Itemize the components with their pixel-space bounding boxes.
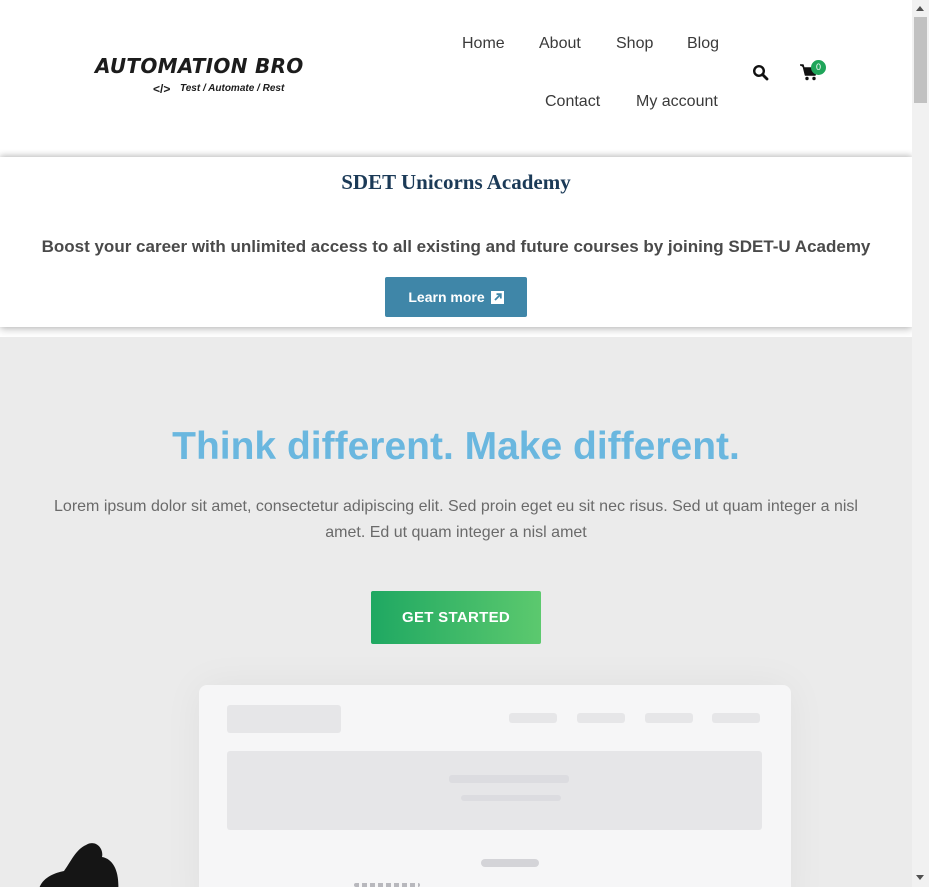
mockup-nav-placeholder bbox=[712, 713, 760, 723]
hero-section: Think different. Make different. Lorem i… bbox=[0, 337, 912, 887]
mockup-text-placeholder bbox=[461, 795, 561, 801]
nav-shop[interactable]: Shop bbox=[616, 35, 653, 53]
hero-title: Think different. Make different. bbox=[172, 425, 740, 468]
site-header: AUTOMATION BRO </> Test / Automate / Res… bbox=[0, 0, 912, 155]
mockup-hero-placeholder bbox=[227, 751, 762, 830]
mockup-button-placeholder bbox=[481, 859, 539, 867]
site-logo[interactable]: AUTOMATION BRO </> Test / Automate / Res… bbox=[95, 54, 305, 102]
search-icon[interactable] bbox=[752, 64, 770, 82]
learn-more-button[interactable]: Learn more bbox=[385, 277, 527, 317]
banner-title: SDET Unicorns Academy bbox=[341, 170, 571, 194]
logo-title: AUTOMATION BRO bbox=[95, 54, 304, 78]
mockup-logo-placeholder bbox=[227, 705, 341, 733]
external-link-icon bbox=[490, 291, 504, 304]
get-started-button[interactable]: GET STARTED bbox=[371, 591, 541, 644]
hero-text: Lorem ipsum dolor sit amet, consectetur … bbox=[54, 498, 858, 541]
decorative-shape-icon bbox=[39, 843, 119, 887]
mockup-nav-placeholder bbox=[645, 713, 693, 723]
mockup-nav-placeholder bbox=[577, 713, 625, 723]
page-scrollbar[interactable] bbox=[912, 0, 929, 887]
scrollbar-thumb[interactable] bbox=[914, 17, 927, 103]
mockup-text-placeholder bbox=[449, 775, 569, 783]
scroll-down-arrow-icon[interactable] bbox=[916, 875, 924, 880]
nav-blog[interactable]: Blog bbox=[687, 35, 719, 53]
code-icon: </> bbox=[153, 82, 171, 96]
nav-contact[interactable]: Contact bbox=[545, 93, 600, 111]
mockup-dots-placeholder bbox=[354, 883, 420, 887]
academy-banner: SDET Unicorns Academy Boost your career … bbox=[0, 157, 912, 327]
nav-home[interactable]: Home bbox=[462, 35, 505, 53]
cart-count-badge: 0 bbox=[811, 60, 826, 75]
banner-text: Boost your career with unlimited access … bbox=[41, 237, 871, 256]
logo-tagline-text: Test / Automate / Rest bbox=[180, 83, 285, 94]
nav-my-account[interactable]: My account bbox=[636, 93, 718, 111]
mockup-nav-placeholder bbox=[509, 713, 557, 723]
nav-about[interactable]: About bbox=[539, 35, 581, 53]
website-mockup-illustration bbox=[199, 685, 791, 887]
scroll-up-arrow-icon[interactable] bbox=[916, 6, 924, 11]
learn-more-label: Learn more bbox=[408, 289, 485, 305]
